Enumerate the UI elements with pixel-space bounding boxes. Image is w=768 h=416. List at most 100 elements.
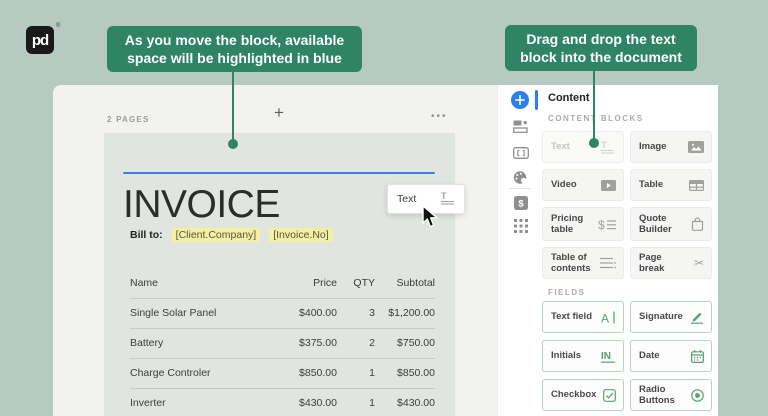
- content-block-table-of-contents[interactable]: Table of contents: [542, 247, 624, 279]
- variables-icon: [513, 147, 529, 159]
- content-block-text[interactable]: Text T: [542, 131, 624, 163]
- cell-qty: 3: [337, 298, 375, 328]
- cell-price: $430.00: [262, 388, 337, 416]
- table-header-row: Name Price QTY Subtotal: [130, 268, 435, 298]
- text-icon: T: [441, 191, 456, 208]
- document-page[interactable]: INVOICE Bill to: [Client.Company] [Invoi…: [104, 133, 455, 416]
- drop-highlight-line: [123, 172, 435, 174]
- blocks-button[interactable]: [512, 118, 529, 135]
- fields-grid: Text field A Signature Initials IN: [542, 301, 718, 411]
- svg-text:T: T: [441, 191, 447, 201]
- pandadoc-logo: pd: [26, 26, 54, 54]
- field-radio-buttons[interactable]: Radio Buttons: [630, 379, 712, 411]
- apps-grid-icon: [514, 219, 528, 233]
- content-block-pricing-table[interactable]: Pricing table $: [542, 207, 624, 241]
- table-row: Single Solar Panel $400.00 3 $1,200.00: [130, 298, 435, 328]
- bill-to-row: Bill to: [Client.Company] [Invoice.No]: [130, 228, 333, 242]
- cell-qty: 1: [337, 358, 375, 388]
- more-menu-button[interactable]: •••: [431, 111, 448, 122]
- sidebar: $ Content CONTENT BLOCKS Text T Image: [497, 85, 718, 416]
- text-icon: T: [601, 140, 616, 154]
- fields-section-label: FIELDS: [548, 288, 585, 297]
- callout-right-line1: Drag and drop the text: [526, 30, 675, 48]
- col-header-qty: QTY: [337, 268, 375, 298]
- callout-left-line2: space will be highlighted in blue: [127, 49, 342, 67]
- callout-drag-drop: Drag and drop the text block into the do…: [505, 25, 697, 71]
- blocks-icon: [513, 120, 528, 133]
- bill-to-label: Bill to:: [130, 229, 163, 241]
- cell-name: Battery: [130, 328, 262, 358]
- svg-text:IN: IN: [601, 351, 611, 362]
- content-block-image[interactable]: Image: [630, 131, 712, 163]
- field-initials[interactable]: Initials IN: [542, 340, 624, 372]
- video-icon: [601, 180, 616, 191]
- design-button[interactable]: [512, 169, 529, 186]
- quote-builder-icon: [691, 217, 704, 231]
- callout-right-dot: [589, 138, 599, 148]
- field-date[interactable]: Date: [630, 340, 712, 372]
- add-page-button[interactable]: +: [269, 103, 289, 123]
- image-icon: [688, 141, 704, 153]
- content-block-quote-builder[interactable]: Quote Builder: [630, 207, 712, 241]
- cell-name: Charge Controler: [130, 358, 262, 388]
- svg-text:$: $: [518, 198, 524, 209]
- active-tab-indicator: [535, 90, 538, 110]
- content-blocks-grid: Text T Image Video: [542, 131, 718, 279]
- invoice-title: INVOICE: [123, 183, 280, 227]
- cell-subtotal: $1,200.00: [375, 298, 435, 328]
- catalog-button[interactable]: $: [512, 194, 529, 211]
- dragged-block-label: Text: [397, 193, 416, 205]
- field-text-field[interactable]: Text field A: [542, 301, 624, 333]
- add-content-button[interactable]: [511, 91, 529, 109]
- stage: pd ® As you move the block, available sp…: [0, 0, 768, 416]
- cell-qty: 1: [337, 388, 375, 416]
- initials-icon: IN: [601, 350, 616, 363]
- col-header-price: Price: [262, 268, 337, 298]
- invoice-table[interactable]: Name Price QTY Subtotal Single Solar Pan…: [130, 268, 435, 416]
- cell-name: Single Solar Panel: [130, 298, 262, 328]
- palette-icon: [513, 171, 528, 184]
- radio-buttons-icon: [691, 389, 704, 402]
- table-row: Inverter $430.00 1 $430.00: [130, 388, 435, 416]
- callout-left-dot: [228, 139, 238, 149]
- cell-name: Inverter: [130, 388, 262, 416]
- callout-left-line1: As you move the block, available: [125, 31, 344, 49]
- client-company-token[interactable]: [Client.Company]: [172, 228, 261, 242]
- svg-text:T: T: [601, 140, 607, 150]
- editor-window: 2 PAGES + ••• INVOICE Bill to: [Client.C…: [53, 85, 718, 416]
- table-of-contents-icon: [600, 257, 616, 269]
- cell-subtotal: $430.00: [375, 388, 435, 416]
- field-checkbox[interactable]: Checkbox: [542, 379, 624, 411]
- field-signature[interactable]: Signature: [630, 301, 712, 333]
- table-icon: [689, 180, 704, 191]
- rail-divider: [509, 188, 531, 189]
- mouse-cursor-icon: [421, 205, 439, 229]
- content-block-table[interactable]: Table: [630, 169, 712, 201]
- cell-price: $375.00: [262, 328, 337, 358]
- invoice-no-token[interactable]: [Invoice.No]: [269, 228, 332, 242]
- date-icon: [691, 350, 704, 363]
- apps-button[interactable]: [512, 217, 529, 234]
- table-row: Charge Controler $850.00 1 $850.00: [130, 358, 435, 388]
- col-header-subtotal: Subtotal: [375, 268, 435, 298]
- table-row: Battery $375.00 2 $750.00: [130, 328, 435, 358]
- content-blocks-section-label: CONTENT BLOCKS: [548, 114, 644, 123]
- pricing-table-icon: $: [598, 218, 616, 231]
- page-break-icon: ✂: [694, 257, 704, 269]
- callout-right-connector: [593, 71, 595, 139]
- sidebar-rail: $: [498, 85, 542, 416]
- callout-move-block: As you move the block, available space w…: [107, 26, 362, 72]
- panel-title: Content: [548, 92, 590, 104]
- svg-text:$: $: [598, 218, 605, 231]
- text-field-icon: A: [601, 311, 616, 324]
- cell-subtotal: $850.00: [375, 358, 435, 388]
- variables-button[interactable]: [512, 144, 529, 161]
- pages-label: 2 PAGES: [107, 115, 150, 124]
- callout-left-connector: [232, 72, 234, 140]
- content-block-page-break[interactable]: Page break ✂: [630, 247, 712, 279]
- catalog-dollar-icon: $: [514, 196, 528, 210]
- content-block-video[interactable]: Video: [542, 169, 624, 201]
- registered-mark: ®: [56, 23, 60, 29]
- plus-icon: [515, 95, 525, 105]
- col-header-name: Name: [130, 268, 262, 298]
